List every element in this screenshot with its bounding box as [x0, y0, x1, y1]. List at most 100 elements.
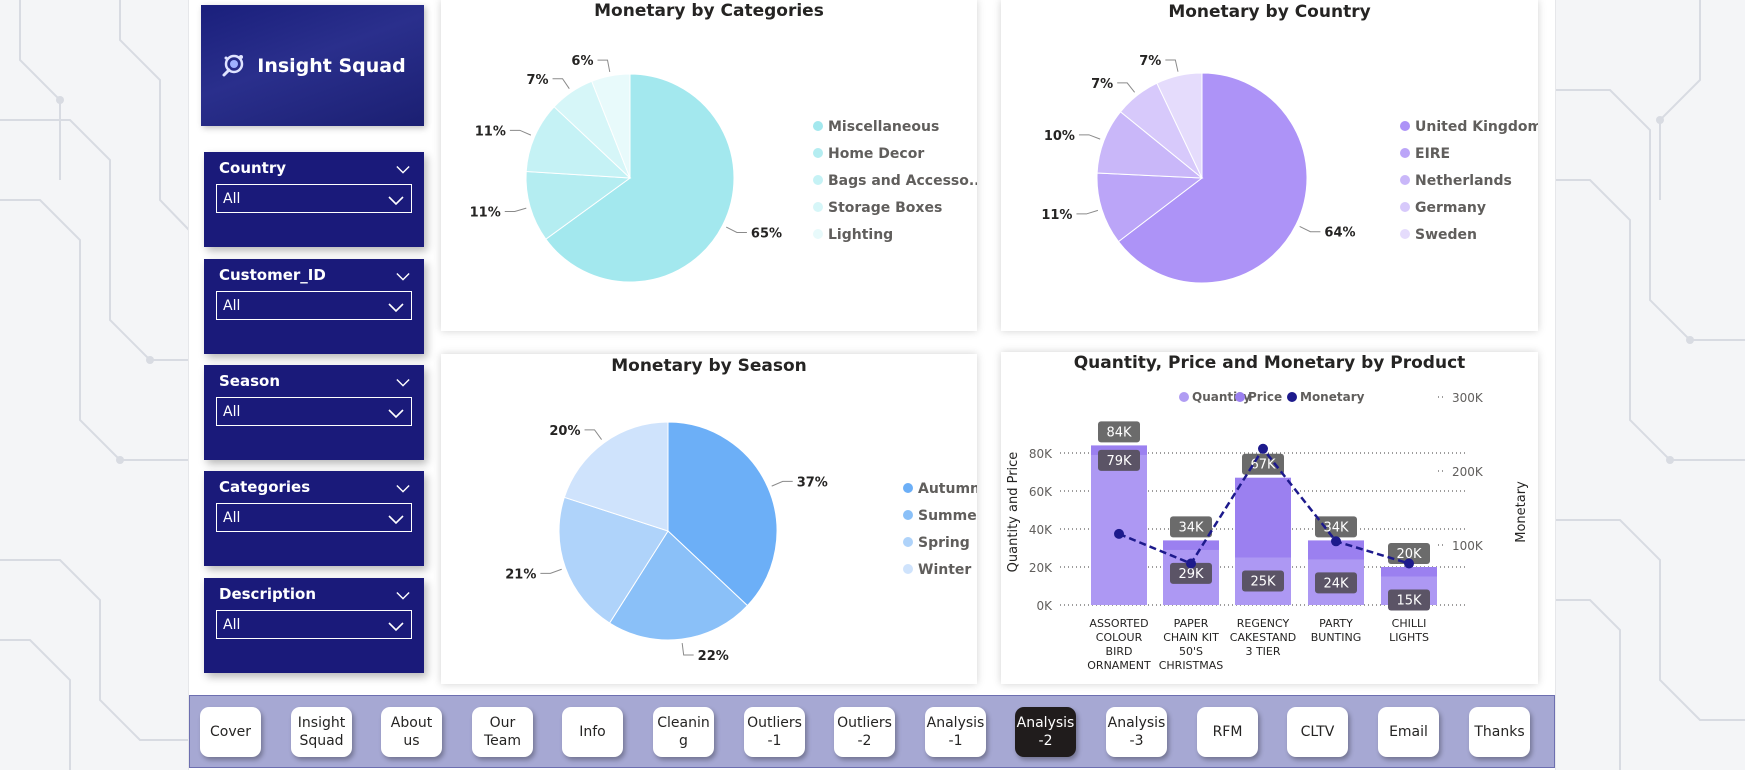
categories-leader-line-2: [509, 129, 532, 136]
product-combo-chart: QuantityPrice Monetary0K20K40K60K80K100K2…: [1006, 390, 1529, 672]
categories-legend-label-3[interactable]: Storage Boxes: [828, 200, 942, 216]
categories-pie-chart: 65% 11% 11% 7% 6% Miscellaneous Home Decor Bags…: [470, 54, 977, 283]
quantity-data-label-0: 79K: [1106, 454, 1132, 469]
product-legend-marker-2: [1287, 392, 1297, 402]
product-y2-tick-1: 200K: [1452, 465, 1484, 479]
season-dropdown[interactable]: All: [216, 397, 412, 426]
nav-button-aboutus[interactable]: About us: [381, 707, 442, 757]
product-combo-card: Quantity, Price and Monetary by Product …: [1001, 352, 1538, 684]
monetary-point-0[interactable]: [1114, 528, 1124, 539]
chevron-down-icon: [388, 620, 404, 632]
country-legend-marker-3: [1400, 202, 1410, 212]
product-category-label-0: BIRD: [1106, 645, 1133, 658]
description-dropdown[interactable]: All: [216, 610, 412, 639]
categories-leader-line-1: [504, 207, 527, 212]
nav-button-info[interactable]: Info: [562, 707, 623, 757]
country-legend-label-3[interactable]: Germany: [1415, 200, 1486, 216]
product-category-label-2: REGENCY: [1237, 617, 1290, 630]
monetary-point-3[interactable]: [1331, 536, 1341, 547]
product-y2-axis-title: Monetary: [1514, 481, 1529, 543]
product-category-label-0: COLOUR: [1096, 631, 1143, 644]
country-leader-line-1: [1076, 209, 1099, 215]
monetary-point-4[interactable]: [1404, 558, 1414, 569]
season-pie-card: Monetary by Season 37% 22% 21% 20% Autumn Sum…: [441, 354, 977, 684]
country-leader-line-0: [1299, 225, 1321, 233]
season-legend-marker-1: [903, 510, 913, 520]
season-data-label-2: 21%: [505, 567, 536, 582]
nav-button-analysis-3[interactable]: Analysis -3: [1106, 707, 1167, 757]
product-category-label-1: CHAIN KIT: [1163, 631, 1219, 644]
product-category-label-4: LIGHTS: [1389, 631, 1429, 644]
product-legend-label-1[interactable]: Price: [1248, 390, 1282, 404]
chevron-icon: [396, 485, 410, 493]
country-data-label-1: 11%: [1041, 208, 1072, 223]
season-legend-marker-0: [903, 483, 913, 493]
product-y-tick-4: 80K: [1029, 447, 1053, 461]
season-legend-label-0[interactable]: Autumn: [918, 481, 977, 497]
country-data-label-4: 7%: [1139, 54, 1161, 69]
season-dropdown-value: All: [223, 403, 241, 420]
nav-button-email[interactable]: Email: [1378, 707, 1439, 757]
country-dropdown[interactable]: All: [216, 184, 412, 213]
country-legend-label-2[interactable]: Netherlands: [1415, 173, 1512, 189]
categories-slicer: Categories All: [204, 471, 424, 566]
country-pie-card: Monetary by Country 64% 11% 10% 7% 7% United …: [1001, 0, 1538, 331]
categories-legend-label-4[interactable]: Lighting: [828, 227, 893, 243]
insight-squad-logo: Insight Squad: [201, 5, 424, 126]
country-leader-line-3: [1117, 82, 1136, 93]
customer-id-dropdown[interactable]: All: [216, 291, 412, 320]
categories-dropdown[interactable]: All: [216, 503, 412, 532]
product-legend-label-2[interactable]: Monetary: [1300, 390, 1365, 404]
chevron-down-svg: [388, 196, 404, 206]
product-category-label-1: PAPER: [1174, 617, 1209, 630]
chevron-icon: [396, 592, 410, 600]
chevron-down-svg: [388, 515, 404, 525]
collapse-chevron-icon[interactable]: [396, 267, 410, 281]
categories-leader-line-4: [597, 59, 611, 73]
nav-button-cleaning[interactable]: Cleanin g: [653, 707, 714, 757]
monetary-point-2[interactable]: [1258, 443, 1268, 454]
nav-button-cltv[interactable]: CLTV: [1287, 707, 1348, 757]
season-data-label-3: 20%: [549, 424, 580, 439]
chevron-down-icon: [388, 513, 404, 525]
categories-data-label-0: 65%: [751, 226, 782, 241]
collapse-chevron-icon[interactable]: [396, 160, 410, 174]
categories-legend-label-0[interactable]: Miscellaneous: [828, 119, 939, 135]
country-legend-marker-4: [1400, 229, 1410, 239]
product-legend-marker-1: [1235, 392, 1245, 402]
season-legend-label-2[interactable]: Spring: [918, 535, 970, 551]
nav-button-insightsquad[interactable]: Insight Squad: [291, 707, 352, 757]
monetary-point-1[interactable]: [1186, 558, 1196, 569]
country-slicer-title: Country: [219, 159, 287, 177]
nav-button-ourteam[interactable]: Our Team: [472, 707, 533, 757]
price-data-label-2: 67K: [1250, 458, 1276, 473]
nav-button-rfm[interactable]: RFM: [1197, 707, 1258, 757]
categories-legend-label-2[interactable]: Bags and Accesso...: [828, 173, 977, 189]
quantity-data-label-2: 25K: [1250, 575, 1276, 590]
nav-button-outliers-1[interactable]: Outliers -1: [744, 707, 805, 757]
nav-button-analysis-2[interactable]: Analysis -2: [1015, 707, 1076, 757]
season-legend-label-3[interactable]: Winter: [918, 562, 971, 578]
collapse-chevron-icon[interactable]: [396, 479, 410, 493]
chevron-down-icon: [388, 194, 404, 206]
product-y-axis-title: Quantity and Price: [1006, 452, 1021, 573]
nav-button-cover[interactable]: Cover: [200, 707, 261, 757]
season-legend-label-1[interactable]: Summer: [918, 508, 977, 524]
collapse-chevron-icon[interactable]: [396, 373, 410, 387]
logo-text: Insight Squad: [257, 54, 406, 77]
price-data-label-3: 34K: [1323, 520, 1349, 535]
country-legend-label-0[interactable]: United Kingdom: [1415, 119, 1538, 135]
description-dropdown-value: All: [223, 616, 241, 633]
nav-button-outliers-2[interactable]: Outliers -2: [834, 707, 895, 757]
nav-button-analysis-1[interactable]: Analysis -1: [925, 707, 986, 757]
collapse-chevron-icon[interactable]: [396, 586, 410, 600]
nav-button-thanks[interactable]: Thanks: [1469, 707, 1530, 757]
product-category-label-2: CAKESTAND: [1230, 631, 1296, 644]
price-data-label-1: 34K: [1178, 520, 1204, 535]
country-legend-label-1[interactable]: EIRE: [1415, 146, 1450, 162]
categories-slicer-title: Categories: [219, 478, 311, 496]
country-pie-chart: 64% 11% 10% 7% 7% United Kingdom EIRE Netherlan…: [1041, 54, 1538, 284]
country-legend-label-4[interactable]: Sweden: [1415, 227, 1477, 243]
categories-legend-label-1[interactable]: Home Decor: [828, 146, 924, 162]
chevron-icon: [396, 379, 410, 387]
